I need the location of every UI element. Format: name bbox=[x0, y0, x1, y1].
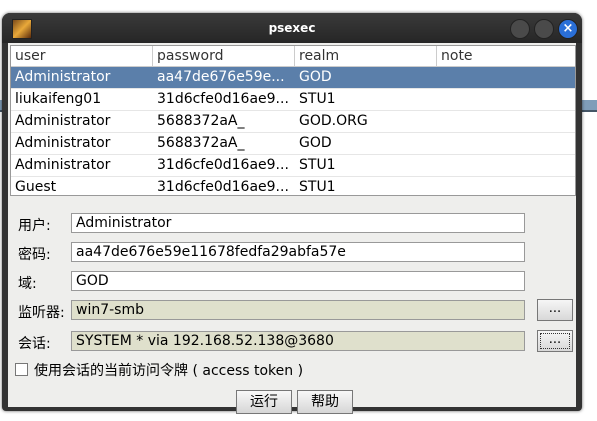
table-row[interactable]: Administrator 5688372aA_ GOD bbox=[11, 133, 575, 155]
dialog-body: user password realm note Administrator a… bbox=[8, 43, 576, 414]
cell-note bbox=[437, 67, 575, 88]
cell-password: 31d6cfe0d16ae9... bbox=[157, 91, 289, 107]
credentials-table[interactable]: user password realm note Administrator a… bbox=[10, 45, 576, 196]
listener-label: 监听器: bbox=[18, 305, 65, 321]
column-header-user[interactable]: user bbox=[11, 46, 153, 66]
close-button[interactable]: × bbox=[558, 19, 578, 39]
user-field[interactable]: Administrator bbox=[71, 213, 525, 233]
cell-note bbox=[437, 89, 575, 110]
cell-realm: GOD.ORG bbox=[299, 113, 368, 129]
cell-user: Administrator bbox=[15, 135, 111, 151]
listener-browse-button[interactable]: ... bbox=[537, 299, 573, 321]
window-title: psexec bbox=[268, 21, 316, 35]
user-label: 用户: bbox=[18, 218, 51, 234]
session-label: 会话: bbox=[18, 336, 51, 352]
table-row[interactable]: Administrator 5688372aA_ GOD.ORG bbox=[11, 111, 575, 133]
run-button[interactable]: 运行 bbox=[236, 390, 292, 414]
table-row[interactable]: Guest 31d6cfe0d16ae9... STU1 bbox=[11, 177, 575, 195]
table-header: user password realm note bbox=[11, 46, 575, 67]
cell-realm: GOD bbox=[299, 135, 332, 151]
close-icon: × bbox=[562, 21, 574, 36]
cell-password: aa47de676e59e... bbox=[157, 69, 285, 85]
access-token-checkbox[interactable] bbox=[15, 363, 28, 376]
domain-field[interactable]: GOD bbox=[71, 271, 525, 291]
table-row[interactable]: Administrator 31d6cfe0d16ae9... STU1 bbox=[11, 155, 575, 177]
psexec-dialog: psexec × user password realm note Admini… bbox=[2, 13, 582, 414]
cell-realm: GOD bbox=[299, 69, 332, 85]
password-label: 密码: bbox=[18, 247, 51, 263]
cell-realm: STU1 bbox=[299, 179, 336, 195]
cell-user: Administrator bbox=[15, 113, 111, 129]
table-row[interactable]: liukaifeng01 31d6cfe0d16ae9... STU1 bbox=[11, 89, 575, 111]
help-button[interactable]: 帮助 bbox=[297, 390, 353, 414]
session-browse-button[interactable]: ... bbox=[537, 330, 573, 352]
cell-user: liukaifeng01 bbox=[15, 91, 102, 107]
cell-note bbox=[437, 155, 575, 176]
cell-password: 31d6cfe0d16ae9... bbox=[157, 157, 289, 173]
cell-password: 5688372aA_ bbox=[157, 135, 245, 151]
cell-note bbox=[437, 111, 575, 132]
password-field[interactable]: aa47de676e59e11678fedfa29abfa57e bbox=[71, 242, 525, 262]
cell-user: Administrator bbox=[15, 69, 111, 85]
maximize-button[interactable] bbox=[534, 19, 554, 39]
column-header-note[interactable]: note bbox=[437, 46, 575, 66]
cell-user: Administrator bbox=[15, 157, 111, 173]
domain-label: 域: bbox=[18, 276, 37, 292]
cell-user: Guest bbox=[15, 179, 57, 195]
cell-note bbox=[437, 177, 575, 195]
cell-note bbox=[437, 133, 575, 154]
cell-realm: STU1 bbox=[299, 157, 336, 173]
table-row[interactable]: Administrator aa47de676e59e... GOD bbox=[11, 67, 575, 89]
cell-realm: STU1 bbox=[299, 91, 336, 107]
minimize-button[interactable] bbox=[510, 19, 530, 39]
title-bar[interactable]: psexec × bbox=[2, 13, 582, 43]
column-header-password[interactable]: password bbox=[153, 46, 295, 66]
column-header-realm[interactable]: realm bbox=[295, 46, 437, 66]
session-field[interactable]: SYSTEM * via 192.168.52.138@3680 bbox=[71, 331, 525, 351]
cell-password: 31d6cfe0d16ae9... bbox=[157, 179, 289, 195]
access-token-label: 使用会话的当前访问令牌 ( access token ) bbox=[34, 363, 304, 379]
listener-field[interactable]: win7-smb bbox=[71, 300, 525, 320]
cell-password: 5688372aA_ bbox=[157, 113, 245, 129]
